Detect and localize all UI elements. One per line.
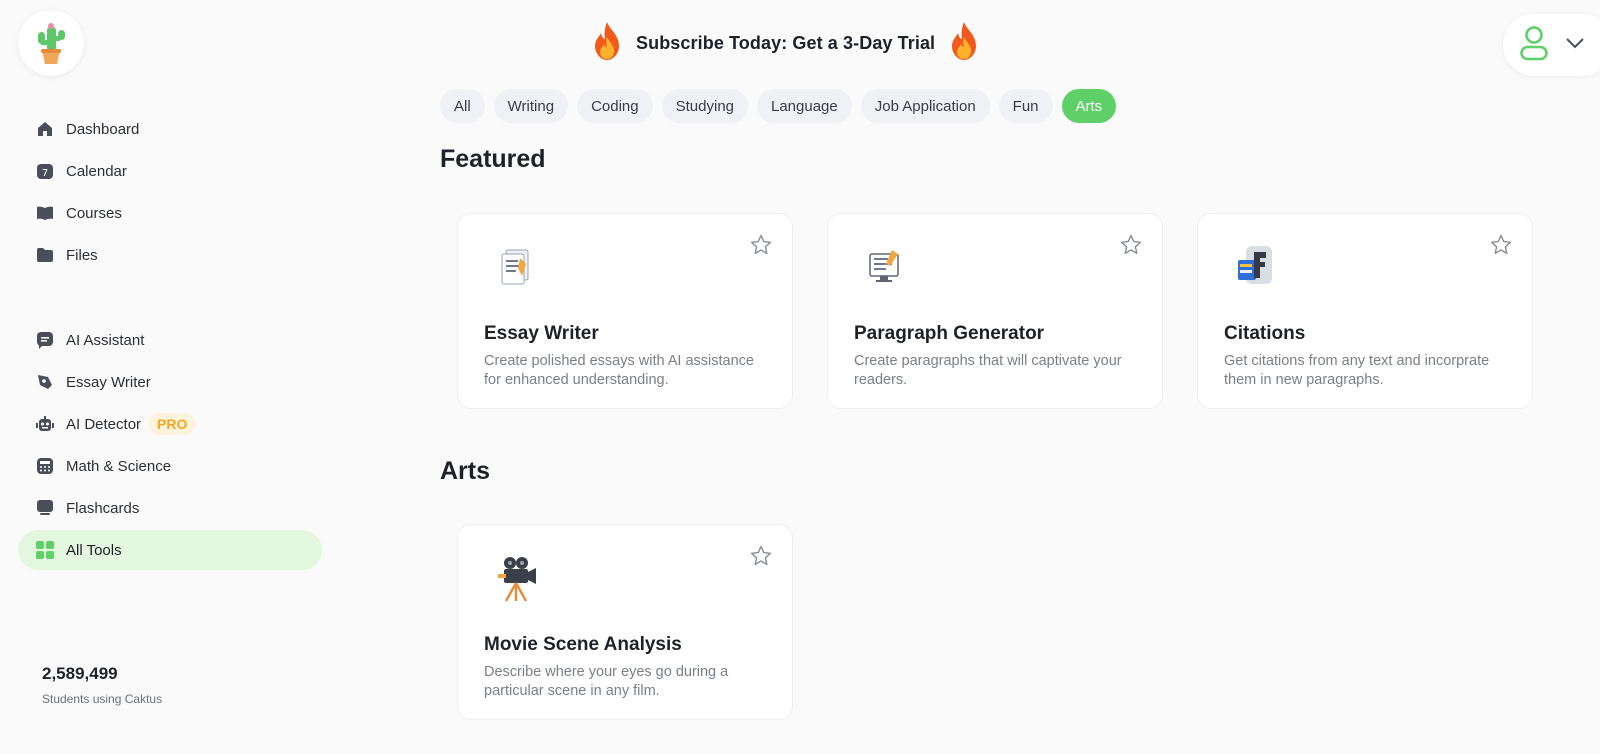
card-description: Create paragraphs that will captivate yo…	[854, 353, 1122, 388]
user-icon	[1519, 25, 1549, 66]
movie-camera-icon	[492, 553, 540, 605]
fire-icon	[949, 21, 979, 66]
tool-card-movie-scene-analysis[interactable]: Movie Scene Analysis Describe where your…	[457, 524, 793, 720]
sidebar-item-flashcards[interactable]: Flashcards	[18, 488, 322, 528]
pro-badge: PRO	[149, 413, 196, 435]
calculator-icon	[36, 457, 54, 475]
calendar-icon: 7	[36, 162, 54, 180]
tab-coding[interactable]: Coding	[577, 89, 653, 123]
sidebar-item-label: Calendar	[66, 162, 127, 180]
document-icon	[492, 242, 540, 294]
category-tabs: All Writing Coding Studying Language Job…	[440, 89, 1117, 123]
chat-icon	[36, 331, 54, 349]
sidebar-item-all-tools[interactable]: All Tools	[18, 530, 322, 570]
tab-all[interactable]: All	[440, 89, 485, 123]
tab-job-application[interactable]: Job Application	[860, 89, 990, 123]
promo-text: Subscribe Today: Get a 3-Day Trial	[636, 32, 936, 53]
sidebar-item-ai-assistant[interactable]: AI Assistant	[18, 320, 322, 360]
fire-icon	[592, 21, 622, 66]
sidebar-item-label: All Tools	[66, 541, 122, 559]
grid-icon	[36, 541, 54, 559]
sidebar-item-label: Dashboard	[66, 120, 140, 138]
cactus-logo-icon	[38, 23, 65, 64]
folder-icon	[36, 246, 54, 264]
sidebar-item-dashboard[interactable]: Dashboard	[18, 109, 322, 149]
tab-language[interactable]: Language	[757, 89, 852, 123]
favorite-star-icon[interactable]	[1120, 234, 1142, 261]
citation-book-icon	[1232, 242, 1280, 294]
student-count-label: Students using Caktus	[42, 692, 163, 706]
tab-writing[interactable]: Writing	[493, 89, 569, 123]
sidebar-item-math-science[interactable]: Math & Science	[18, 446, 322, 486]
favorite-star-icon[interactable]	[1490, 234, 1512, 261]
sidebar-item-label: Flashcards	[66, 499, 140, 517]
student-stats: 2,589,499 Students using Caktus	[42, 664, 162, 706]
book-icon	[36, 204, 54, 222]
flashcard-icon	[36, 499, 54, 517]
monitor-pencil-icon	[862, 242, 910, 294]
robot-icon	[36, 415, 54, 433]
section-title-arts: Arts	[440, 457, 491, 485]
chevron-down-icon	[1565, 36, 1585, 54]
card-title: Essay Writer	[484, 323, 599, 344]
sidebar-item-files[interactable]: Files	[18, 235, 322, 275]
user-menu-button[interactable]	[1503, 14, 1600, 76]
student-count: 2,589,499	[42, 664, 118, 683]
favorite-star-icon[interactable]	[750, 234, 772, 261]
sidebar-item-label: Essay Writer	[66, 373, 151, 391]
card-description: Create polished essays with AI assistanc…	[484, 353, 754, 388]
sidebar-item-ai-detector[interactable]: AI Detector PRO	[18, 404, 322, 444]
tool-card-essay-writer[interactable]: Essay Writer Create polished essays with…	[457, 213, 793, 409]
favorite-star-icon[interactable]	[750, 545, 772, 572]
sidebar-item-label: AI Assistant	[66, 331, 145, 349]
card-description: Get citations from any text and incorpra…	[1224, 353, 1490, 388]
sidebar-item-courses[interactable]: Courses	[18, 193, 322, 233]
tool-card-citations[interactable]: Citations Get citations from any text an…	[1197, 213, 1533, 409]
card-title: Movie Scene Analysis	[484, 634, 682, 655]
sidebar-item-label: Courses	[66, 204, 122, 222]
card-description: Describe where your eyes go during a par…	[484, 664, 729, 699]
card-title: Paragraph Generator	[854, 323, 1045, 344]
svg-text:7: 7	[42, 168, 48, 179]
sidebar-item-essay-writer[interactable]: Essay Writer	[18, 362, 322, 402]
tool-card-paragraph-generator[interactable]: Paragraph Generator Create paragraphs th…	[827, 213, 1163, 409]
subscribe-promo[interactable]: Subscribe Today: Get a 3-Day Trial	[592, 20, 979, 66]
sidebar-item-label: Files	[66, 246, 98, 264]
sidebar-item-calendar[interactable]: 7 Calendar	[18, 151, 322, 191]
tab-fun[interactable]: Fun	[998, 89, 1053, 123]
sidebar-item-label: AI Detector	[66, 415, 142, 433]
section-title-featured: Featured	[440, 145, 546, 173]
sidebar-item-label: Math & Science	[66, 457, 172, 475]
tab-studying[interactable]: Studying	[661, 89, 748, 123]
home-icon	[36, 120, 54, 138]
card-title: Citations	[1224, 323, 1306, 344]
tab-arts[interactable]: Arts	[1061, 89, 1117, 123]
pen-icon	[36, 373, 54, 391]
caktus-logo[interactable]	[18, 10, 84, 76]
